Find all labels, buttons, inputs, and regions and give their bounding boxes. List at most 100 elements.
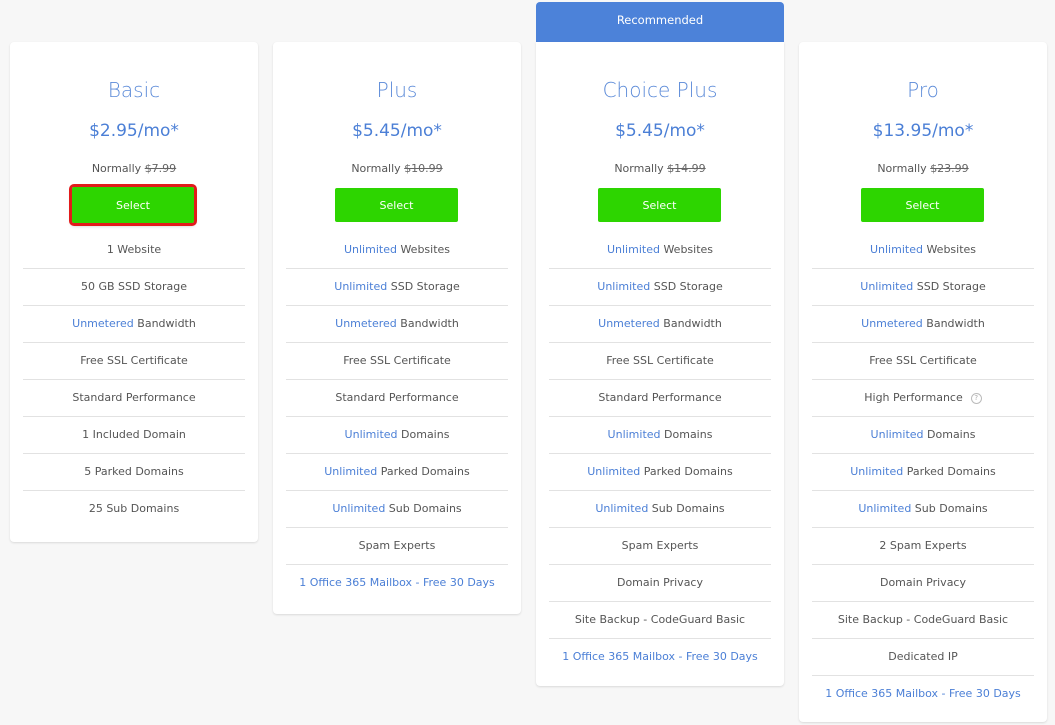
recommended-banner: Recommended [536,2,784,42]
office365-link[interactable]: 1 Office 365 Mailbox - Free 30 Days [825,687,1021,700]
feature-highlight: Unlimited [869,243,923,256]
normal-price-line: Normally $7.99 [10,162,258,175]
feature-highlight: Unlimited [606,243,660,256]
feature-text: 1 Website [106,243,162,256]
feature-text: SSD Storage [387,280,460,293]
normally-label: Normally [614,162,664,175]
select-button-pro[interactable]: Select [861,188,984,222]
feature-item: Domain Privacy [812,565,1034,602]
feature-item: 50 GB SSD Storage [23,269,245,306]
feature-item: Unlimited Websites [812,232,1034,269]
normal-price-line: Normally $23.99 [799,162,1047,175]
feature-item: Spam Experts [549,528,771,565]
feature-text: Sub Domains [385,502,462,515]
feature-highlight: Unmetered [861,317,923,330]
feature-text: Websites [659,243,714,256]
question-circle-icon[interactable]: ? [970,392,982,404]
feature-item: 5 Parked Domains [23,454,245,491]
plan-card-plus: Plus $5.45/mo* Normally $10.99 Select Unlimi… [273,42,521,614]
feature-text: 5 Parked Domains [84,465,184,478]
plan-card-basic: Basic $2.95/mo* Normally $7.99 Select 1 Webs… [10,42,258,542]
feature-text: High Performance [864,391,963,404]
select-button-plus[interactable]: Select [335,188,458,222]
select-button-basic[interactable]: Select [69,184,197,226]
feature-text: Site Backup - CodeGuard Basic [574,613,746,626]
feature-item: Unlimited Websites [549,232,771,269]
feature-text: Standard Performance [335,391,459,404]
feature-item: Site Backup - CodeGuard Basic [549,602,771,639]
office365-link[interactable]: 1 Office 365 Mailbox - Free 30 Days [562,650,758,663]
feature-highlight: Unlimited [344,428,398,441]
feature-text: Site Backup - CodeGuard Basic [837,613,1009,626]
feature-highlight: Unmetered [72,317,134,330]
feature-text: 2 Spam Experts [879,539,967,552]
normal-price: $7.99 [144,162,177,175]
feature-text: Free SSL Certificate [343,354,451,367]
normal-price: $14.99 [667,162,706,175]
select-button-choice-plus[interactable]: Select [598,188,721,222]
feature-item: Unmetered Bandwidth [286,306,508,343]
feature-text: Bandwidth [396,317,459,330]
feature-item: Free SSL Certificate [23,343,245,380]
feature-text: Spam Experts [621,539,699,552]
feature-list: 1 Website 50 GB SSD Storage Unmetered Band… [23,232,245,527]
feature-highlight: Unlimited [860,280,914,293]
feature-item: Unlimited Sub Domains [812,491,1034,528]
feature-text: Parked Domains [640,465,733,478]
feature-text: Domain Privacy [616,576,703,589]
plan-card-choice-plus: Choice Plus $5.45/mo* Normally $14.99 Selec… [536,42,784,686]
plan-price: $2.95/mo* [89,121,179,141]
plan-price: $5.45/mo* [615,121,705,141]
feature-list: Unlimited Websites Unlimited SSD Storage U… [286,232,508,601]
feature-item: Unlimited Parked Domains [286,454,508,491]
plan-name: Plus [376,78,418,102]
feature-item: Unlimited Domains [549,417,771,454]
feature-text: Websites [396,243,451,256]
feature-text: Bandwidth [922,317,985,330]
plan-card-pro: Pro $13.95/mo* Normally $23.99 Select Unlimi… [799,42,1047,722]
feature-highlight: Unlimited [334,280,388,293]
feature-item: Free SSL Certificate [286,343,508,380]
feature-text: Bandwidth [659,317,722,330]
feature-item: Unlimited Domains [812,417,1034,454]
feature-text: 50 GB SSD Storage [80,280,188,293]
feature-item: Unlimited SSD Storage [549,269,771,306]
feature-item: Unlimited Sub Domains [549,491,771,528]
plan-price: $5.45/mo* [352,121,442,141]
feature-item: Standard Performance [549,380,771,417]
feature-text: Domains [397,428,450,441]
office365-link[interactable]: 1 Office 365 Mailbox - Free 30 Days [299,576,495,589]
feature-item: Unlimited Parked Domains [812,454,1034,491]
feature-text: SSD Storage [913,280,986,293]
feature-item: Spam Experts [286,528,508,565]
feature-item: Free SSL Certificate [812,343,1034,380]
normally-label: Normally [91,162,142,175]
feature-highlight: Unlimited [587,465,641,478]
feature-text: Standard Performance [72,391,196,404]
plan-name: Pro [907,78,939,102]
normally-label: Normally [351,162,401,175]
feature-item: Free SSL Certificate [549,343,771,380]
feature-item: Standard Performance [23,380,245,417]
feature-text: Spam Experts [358,539,436,552]
feature-text: Websites [922,243,977,256]
feature-text: Sub Domains [648,502,725,515]
feature-item: 1 Office 365 Mailbox - Free 30 Days [549,639,771,675]
feature-text: 25 Sub Domains [88,502,180,515]
feature-item: Domain Privacy [549,565,771,602]
feature-highlight: Unmetered [335,317,397,330]
feature-highlight: Unlimited [595,502,649,515]
feature-item: High Performance? [812,380,1034,417]
feature-item: Unlimited SSD Storage [812,269,1034,306]
feature-text: SSD Storage [650,280,723,293]
plan-name: Choice Plus [602,78,718,102]
feature-text: Free SSL Certificate [80,354,188,367]
feature-item: Unlimited Parked Domains [549,454,771,491]
feature-item: 1 Included Domain [23,417,245,454]
feature-item: Dedicated IP [812,639,1034,676]
feature-text: Domain Privacy [879,576,966,589]
feature-text: Parked Domains [377,465,470,478]
feature-highlight: Unlimited [607,428,661,441]
feature-text: Free SSL Certificate [869,354,977,367]
plan-price: $13.95/mo* [872,121,974,141]
